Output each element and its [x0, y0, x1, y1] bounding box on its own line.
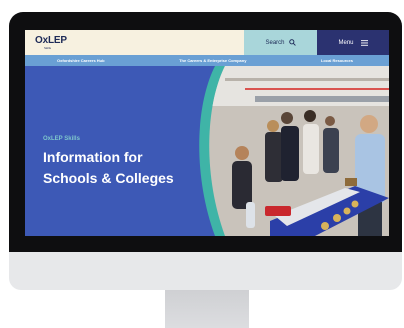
search-button[interactable]: Search — [244, 30, 317, 55]
menu-button[interactable]: Menu — [317, 30, 389, 55]
hero-title-line1: Information for — [43, 149, 143, 165]
site-logo[interactable]: OxLEP — [35, 35, 67, 46]
logo-area[interactable]: OxLEP Skills — [25, 30, 244, 55]
site-header: OxLEP Skills Search Menu — [25, 30, 389, 55]
hero-title: Information for Schools & Colleges — [43, 147, 213, 189]
subnav-item-careers-enterprise[interactable]: The Careers & Enterprise Company — [179, 58, 246, 63]
monitor-stand — [165, 290, 249, 328]
search-label: Search — [265, 39, 285, 46]
menu-label: Menu — [338, 39, 354, 46]
hero-title-line2: Schools & Colleges — [43, 170, 174, 186]
website-screen: OxLEP Skills Search Menu Oxfordshire Car… — [25, 30, 389, 236]
desktop-monitor: OxLEP Skills Search Menu Oxfordshire Car… — [0, 0, 404, 328]
hamburger-icon — [360, 39, 368, 46]
search-icon — [288, 39, 296, 46]
hero-banner: OxLEP Skills Information for Schools & C… — [25, 66, 389, 236]
site-logo-sub: Skills — [44, 46, 52, 50]
subnav-item-careers-hub[interactable]: Oxfordshire Careers Hub — [57, 58, 105, 63]
monitor-chin — [9, 252, 402, 290]
subnav-item-local-resources[interactable]: Local Resources — [321, 58, 353, 63]
hero-eyebrow: OxLEP Skills — [43, 136, 80, 142]
secondary-nav: Oxfordshire Careers Hub The Careers & En… — [25, 55, 389, 66]
